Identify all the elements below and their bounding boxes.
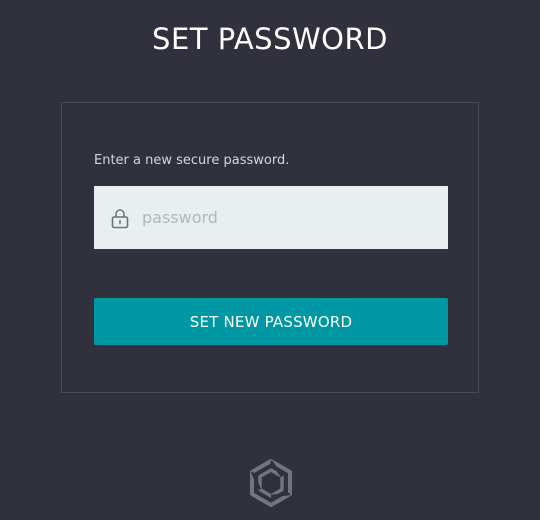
set-new-password-button[interactable]: SET NEW PASSWORD xyxy=(94,298,448,345)
brand-logo xyxy=(250,459,292,507)
instructions-text: Enter a new secure password. xyxy=(94,153,290,168)
lock-icon xyxy=(111,209,129,229)
page-title: SET PASSWORD xyxy=(152,22,388,56)
password-input[interactable] xyxy=(142,186,442,249)
password-field[interactable] xyxy=(94,186,448,249)
